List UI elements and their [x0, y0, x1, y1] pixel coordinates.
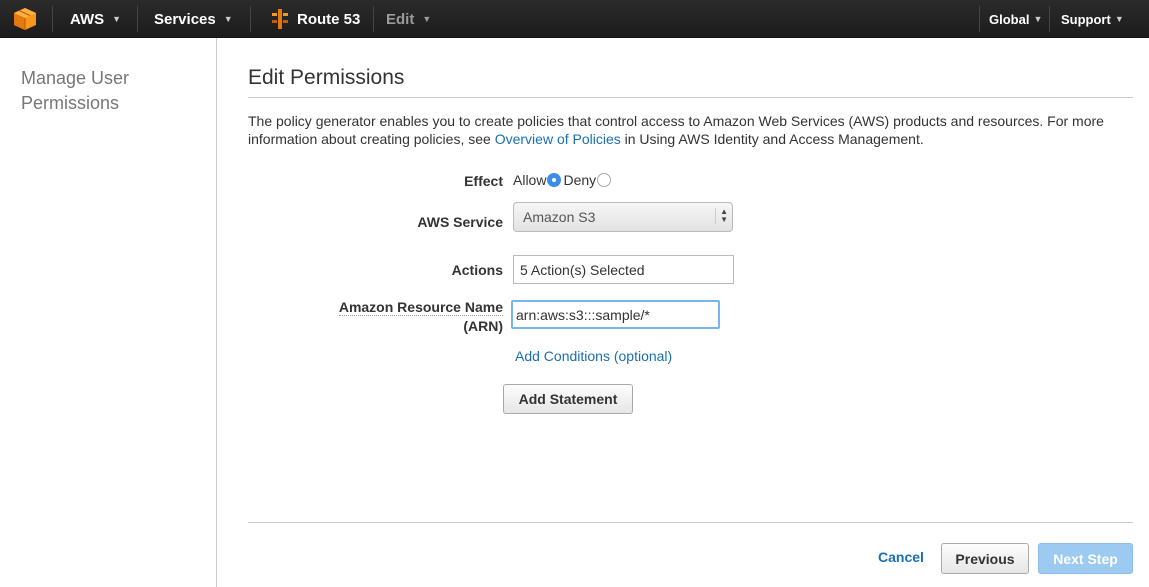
edit-menu[interactable]: Edit ▼	[386, 0, 431, 38]
nav-divider	[373, 6, 374, 32]
region-menu-label: Global	[989, 11, 1030, 27]
previous-button[interactable]: Previous	[941, 543, 1029, 574]
aws-service-value: Amazon S3	[523, 209, 596, 225]
chevron-down-icon: ▼	[422, 14, 432, 24]
region-menu[interactable]: Global ▼	[989, 0, 1042, 38]
overview-of-policies-link[interactable]: Overview of Policies	[495, 131, 621, 147]
top-nav-bar: AWS ▼ Services ▼ Route 53 Edit ▼ Global …	[0, 0, 1149, 38]
actions-label: Actions	[451, 262, 503, 278]
actions-select[interactable]: 5 Action(s) Selected	[513, 255, 734, 284]
divider	[248, 97, 1133, 98]
route53-label: Route 53	[297, 10, 361, 28]
aws-menu-label: AWS	[70, 10, 105, 28]
aws-service-select[interactable]: Amazon S3 ▲ ▼	[513, 202, 733, 232]
deny-radio[interactable]	[597, 173, 612, 187]
intro-text-part2: in Using AWS Identity and Access Managem…	[624, 131, 924, 147]
arn-label: Amazon Resource Name (ARN)	[300, 298, 503, 336]
nav-divider	[137, 6, 138, 32]
aws-cube-icon[interactable]	[13, 7, 37, 31]
allow-radio[interactable]	[547, 173, 562, 187]
sidebar: Manage User Permissions	[0, 38, 217, 587]
services-menu-label: Services	[154, 10, 216, 28]
effect-label: Effect	[464, 173, 503, 189]
add-statement-button[interactable]: Add Statement	[503, 384, 633, 414]
allow-label: Allow	[513, 172, 547, 188]
chevron-down-icon: ▼	[1114, 14, 1124, 24]
page-title: Edit Permissions	[248, 66, 405, 89]
nav-divider	[250, 6, 251, 32]
support-menu-label: Support	[1061, 11, 1111, 27]
arn-label-line1: Amazon Resource Name	[338, 299, 503, 316]
route53-icon	[272, 9, 288, 29]
intro-text: The policy generator enables you to crea…	[248, 112, 1128, 148]
next-step-button[interactable]: Next Step	[1038, 543, 1133, 574]
sidebar-title: Manage User Permissions	[21, 68, 130, 113]
aws-service-label: AWS Service	[417, 214, 503, 230]
divider	[248, 522, 1133, 523]
aws-menu[interactable]: AWS ▼	[70, 0, 121, 38]
nav-divider	[979, 6, 980, 32]
route53-service-link[interactable]: Route 53	[270, 0, 360, 38]
chevron-down-icon: ▼	[1033, 14, 1043, 24]
chevron-down-icon: ▼	[112, 14, 122, 24]
deny-label: Deny	[563, 172, 597, 188]
support-menu[interactable]: Support ▼	[1061, 0, 1124, 38]
edit-menu-label: Edit	[386, 10, 415, 28]
select-arrows-icon: ▲ ▼	[715, 208, 728, 224]
arn-label-line2: (ARN)	[463, 318, 503, 334]
nav-divider	[1049, 6, 1050, 32]
nav-divider	[52, 6, 53, 32]
cancel-link[interactable]: Cancel	[878, 549, 924, 565]
arn-input[interactable]	[511, 300, 720, 329]
add-conditions-link[interactable]: Add Conditions (optional)	[515, 348, 672, 364]
services-menu[interactable]: Services ▼	[154, 0, 233, 38]
effect-options: Allow Deny	[513, 172, 612, 188]
chevron-down-icon: ▼	[223, 14, 233, 24]
